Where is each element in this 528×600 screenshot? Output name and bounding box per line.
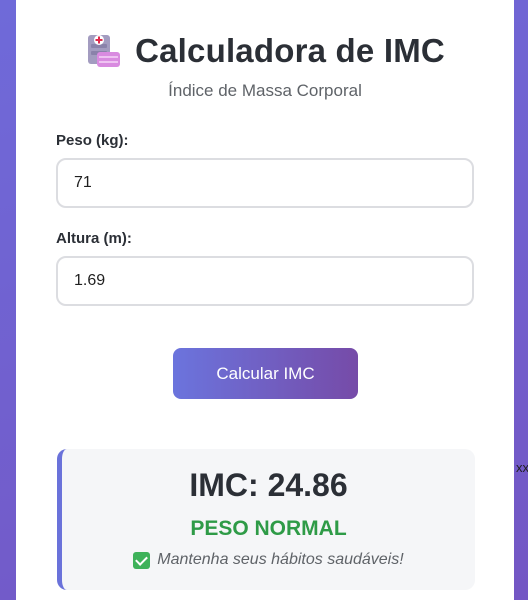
page-title: Calculadora de IMC [135,32,445,69]
stray-text: xx [516,460,528,475]
height-input[interactable] [56,256,474,306]
hospital-clipboard-icon [85,32,121,70]
result-tip-row: Mantenha seus hábitos saudáveis! [62,551,475,569]
imc-value: IMC: 24.86 [189,467,348,503]
result-panel: IMC: 24.86 PESO NORMAL Mantenha seus háb… [57,449,475,590]
weight-input[interactable] [56,158,474,208]
height-label: Altura (m): [56,230,132,247]
weight-label: Peso (kg): [56,132,129,149]
calculate-button[interactable]: Calcular IMC [173,348,358,399]
title-row: Calculadora de IMC [16,32,514,70]
result-tip: Mantenha seus hábitos saudáveis! [157,551,404,568]
page-subtitle: Índice de Massa Corporal [168,81,362,100]
check-mark-icon [133,551,151,569]
calculator-card: Calculadora de IMC Índice de Massa Corpo… [16,0,514,600]
imc-category: PESO NORMAL [190,517,347,540]
